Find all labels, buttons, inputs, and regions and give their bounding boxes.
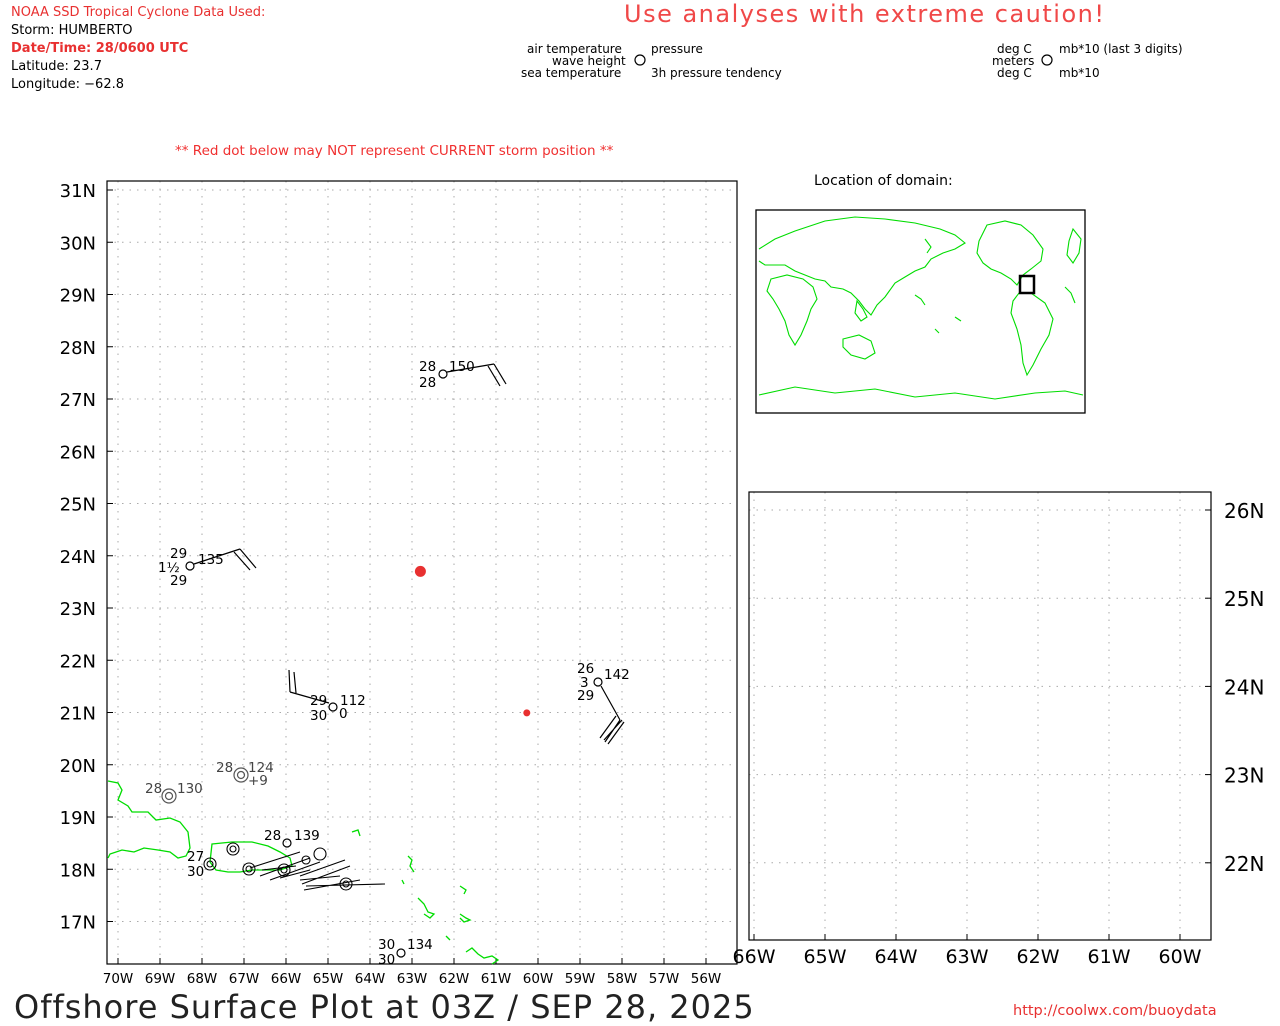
source-url-link[interactable]: http://coolwx.com/buoydata: [1013, 1003, 1217, 1019]
air-temp-label: 27: [187, 849, 205, 865]
pressure-label: 150: [449, 359, 475, 375]
air-temp-label: 28: [419, 359, 437, 375]
sea-temp-label: 28: [419, 375, 437, 391]
sea-temp-label: 29: [170, 573, 188, 589]
tendency-label: +9: [248, 773, 268, 789]
sea-temp-label: 30: [378, 952, 396, 968]
plot-title: Offshore Surface Plot at 03Z / SEP 28, 2…: [14, 988, 755, 1026]
air-temp-label: 30: [378, 937, 396, 953]
sea-temp-label: 30: [310, 708, 328, 724]
station-labels: 28 150 28 29 135 1½ 29 29 112 30 0 26 14…: [0, 0, 1280, 1024]
sea-temp-label: 30: [187, 864, 205, 880]
world-map-frame: [755, 209, 1086, 414]
tendency-label: 0: [339, 706, 348, 722]
pressure-label: 134: [407, 937, 433, 953]
sea-temp-label: 29: [577, 688, 595, 704]
world-locator-map: [755, 209, 1086, 414]
air-temp-label: 28: [216, 760, 234, 776]
air-temp-label: 28: [264, 828, 282, 844]
pressure-label: 142: [604, 667, 630, 683]
air-temp-label: 29: [310, 693, 328, 709]
air-temp-label: 28: [145, 781, 163, 797]
pressure-label: 135: [198, 552, 224, 568]
pressure-label: 130: [177, 781, 203, 797]
pressure-label: 139: [294, 828, 320, 844]
